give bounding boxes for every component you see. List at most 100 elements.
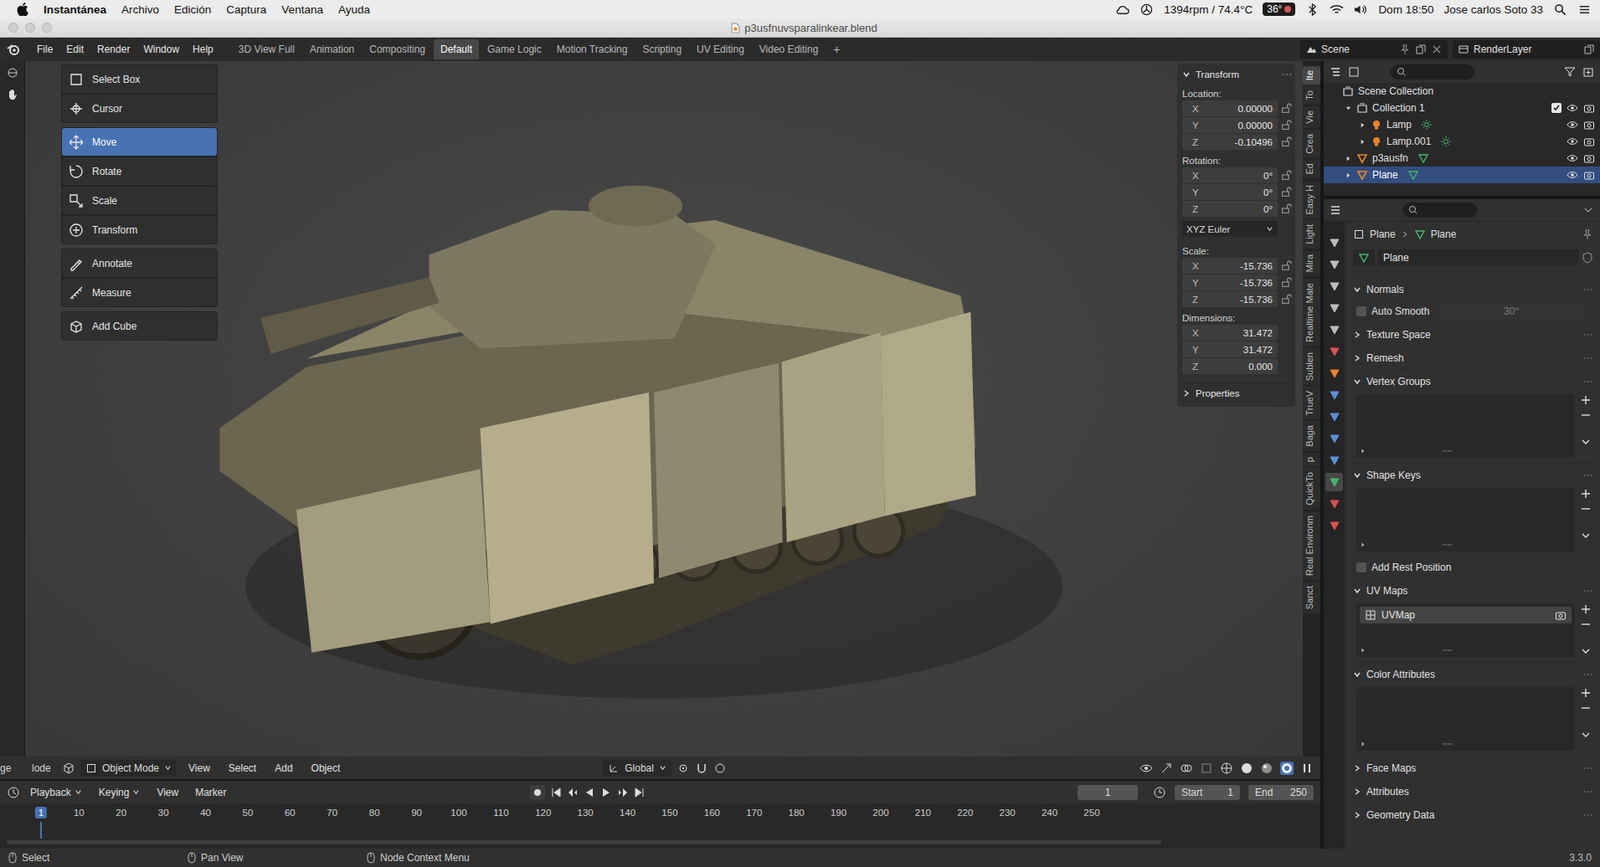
workspace-tab[interactable]: Game Logic <box>480 39 549 60</box>
number-field[interactable]: X -15.736 <box>1182 257 1278 274</box>
panel-header[interactable]: Vertex Groups <box>1353 369 1594 393</box>
proportional-edit-icon[interactable] <box>713 761 727 776</box>
add-icon[interactable] <box>1579 603 1592 616</box>
outliner-item[interactable]: Collection 1 <box>1323 99 1600 117</box>
top-menu-item[interactable]: Edit <box>59 43 91 56</box>
expand-arrow-icon[interactable] <box>1344 171 1353 180</box>
properties-tab[interactable] <box>1325 277 1343 296</box>
timeline-menu[interactable]: Playback <box>23 787 89 799</box>
volume-icon[interactable] <box>1353 3 1369 16</box>
tool-button[interactable]: Cursor <box>61 94 217 123</box>
eye-open-icon[interactable] <box>1566 152 1579 165</box>
minimize-button[interactable] <box>25 22 36 33</box>
eye-open-icon[interactable] <box>1566 102 1579 114</box>
sidebar-tab[interactable]: p <box>1302 452 1321 467</box>
sidebar-tab[interactable]: Real Environm <box>1302 511 1321 581</box>
properties-tab[interactable] <box>1325 342 1343 361</box>
control-center-icon[interactable] <box>1577 3 1592 16</box>
panel-header[interactable]: Remesh <box>1353 345 1594 370</box>
fan-reading[interactable]: 1394rpm / 74.4°C <box>1163 3 1253 16</box>
viewport-menu[interactable]: View <box>181 762 217 775</box>
unlocked-icon[interactable] <box>1281 186 1292 198</box>
tool-button[interactable]: Scale <box>61 186 217 215</box>
grip-icon[interactable] <box>1583 766 1594 772</box>
app-name[interactable]: Instantánea <box>43 3 107 16</box>
grip-icon[interactable] <box>1583 332 1594 338</box>
list-filter-toggle-icon[interactable] <box>1359 740 1367 748</box>
user-name[interactable]: Jose carlos Soto 33 <box>1443 3 1544 16</box>
timeline-menu[interactable]: View <box>149 787 186 799</box>
playhead[interactable] <box>40 822 42 839</box>
top-menu-item[interactable]: File <box>30 43 60 56</box>
browse-mesh-button[interactable] <box>1353 249 1375 267</box>
unlocked-icon[interactable] <box>1281 169 1292 181</box>
grip-icon[interactable] <box>1583 789 1594 795</box>
snap-icon[interactable] <box>694 761 709 776</box>
sidebar-tab[interactable]: To <box>1302 86 1321 105</box>
outliner-editor-icon[interactable] <box>1328 65 1343 79</box>
expand-arrow-icon[interactable] <box>1358 138 1367 146</box>
tool-button[interactable]: Measure <box>61 278 217 307</box>
play-icon[interactable] <box>600 787 613 799</box>
light-data-icon[interactable] <box>1420 118 1433 131</box>
sidebar-tab[interactable]: Crea <box>1302 129 1321 159</box>
pause-icon[interactable] <box>1300 761 1314 776</box>
checkbox[interactable] <box>1356 306 1367 317</box>
tool-button[interactable]: Rotate <box>61 157 217 186</box>
light-data-icon[interactable] <box>1440 135 1452 148</box>
hand-icon[interactable] <box>5 87 20 102</box>
mac-menu-item[interactable]: Ventana <box>281 3 324 16</box>
workspace-tab[interactable]: Compositing <box>362 39 433 60</box>
more-icon[interactable] <box>1579 729 1592 741</box>
workspace-tab[interactable]: 3D View Full <box>231 39 302 60</box>
viewport-menu[interactable]: Select <box>221 762 263 775</box>
mac-menu-item[interactable]: Archivo <box>121 3 160 16</box>
timeline-menu[interactable]: Marker <box>188 787 233 799</box>
eye-open-icon[interactable] <box>1566 135 1579 148</box>
properties-tab[interactable] <box>1325 255 1343 274</box>
timeline-scrollbar[interactable] <box>6 840 1162 845</box>
number-field[interactable]: Y 0° <box>1182 184 1278 201</box>
tool-button[interactable]: Add Cube <box>61 312 217 340</box>
rendered-shading-icon[interactable] <box>1280 761 1294 776</box>
timeline-editor-icon[interactable] <box>6 786 21 800</box>
remove-icon[interactable] <box>1579 409 1592 422</box>
sidebar-tab[interactable]: Realtime Mate <box>1302 278 1321 347</box>
mesh-data-icon[interactable] <box>1407 169 1420 181</box>
pivot-icon[interactable] <box>676 761 690 776</box>
add-workspace-button[interactable]: + <box>826 42 847 57</box>
view-layer-selector[interactable]: RenderLayer <box>1452 40 1600 59</box>
panel-header[interactable]: Face Maps <box>1353 756 1594 780</box>
workspace-tab[interactable]: Scripting <box>635 39 689 60</box>
properties-tab[interactable] <box>1325 473 1343 492</box>
unlocked-icon[interactable] <box>1281 293 1292 305</box>
number-field[interactable]: Y 0.00000 <box>1182 117 1278 134</box>
sidebar-tab[interactable]: Easy H <box>1302 180 1321 219</box>
properties-editor-icon[interactable] <box>1328 203 1343 217</box>
remove-icon[interactable] <box>1579 503 1592 515</box>
panel-header[interactable]: Normals <box>1353 277 1594 301</box>
list-item[interactable]: UVMap <box>1359 607 1572 624</box>
grip-icon[interactable] <box>1583 473 1594 479</box>
jump-start-icon[interactable] <box>550 787 562 799</box>
number-field[interactable]: Z 0° <box>1182 200 1278 217</box>
outliner-item[interactable]: Scene Collection <box>1323 82 1600 100</box>
eye-open-icon[interactable] <box>1566 118 1579 131</box>
solid-shading-icon[interactable] <box>1239 761 1254 776</box>
more-icon[interactable] <box>1579 529 1592 542</box>
grip-icon[interactable] <box>1583 379 1594 385</box>
close-icon[interactable] <box>1430 43 1443 56</box>
workspace-tab[interactable]: Video Editing <box>752 39 826 60</box>
xray-icon[interactable] <box>1199 761 1214 776</box>
properties-tab[interactable] <box>1325 320 1343 340</box>
sidebar-tab[interactable]: Sanct <box>1302 581 1321 614</box>
panel-header[interactable]: Attributes <box>1353 779 1594 803</box>
workspace-tab[interactable]: Motion Tracking <box>550 39 635 60</box>
unlocked-icon[interactable] <box>1281 136 1292 148</box>
grip-icon[interactable] <box>1583 355 1594 361</box>
panel-header[interactable]: Geometry Data <box>1353 802 1594 827</box>
overlay-icon[interactable] <box>1179 761 1194 776</box>
apple-icon[interactable] <box>16 2 29 16</box>
properties-tab[interactable] <box>1325 364 1343 383</box>
top-menu-item[interactable]: Window <box>136 43 186 56</box>
